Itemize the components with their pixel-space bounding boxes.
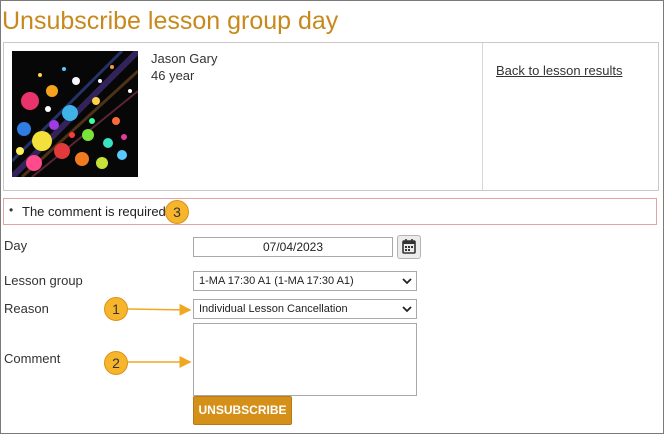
lesson-group-value: 1-MA 17:30 A1 (1-MA 17:30 A1) bbox=[199, 275, 354, 287]
lesson-group-select[interactable]: 1-MA 17:30 A1 (1-MA 17:30 A1) bbox=[193, 271, 417, 291]
error-message: The comment is required bbox=[22, 204, 166, 219]
calendar-icon bbox=[402, 239, 416, 254]
callout-badge-3: 3 bbox=[165, 200, 189, 224]
page-title: Unsubscribe lesson group day bbox=[2, 7, 339, 35]
reason-value: Individual Lesson Cancellation bbox=[199, 303, 348, 315]
comment-label: Comment bbox=[4, 351, 61, 366]
lesson-group-label: Lesson group bbox=[4, 273, 83, 288]
day-label: Day bbox=[4, 238, 28, 253]
chevron-down-icon bbox=[402, 306, 412, 313]
avatar bbox=[12, 51, 138, 177]
comment-textarea[interactable] bbox=[193, 323, 417, 396]
callout-badge-2: 2 bbox=[104, 351, 128, 375]
unsubscribe-button[interactable]: UNSUBSCRIBE bbox=[193, 396, 292, 425]
reason-label: Reason bbox=[4, 301, 49, 316]
profile-age: 46 year bbox=[151, 68, 195, 83]
callout-badge-1: 1 bbox=[104, 297, 128, 321]
avatar-image bbox=[12, 51, 138, 177]
bullet-icon: • bbox=[9, 203, 14, 217]
divider bbox=[482, 43, 483, 190]
day-input[interactable]: 07/04/2023 bbox=[193, 237, 393, 257]
chevron-down-icon bbox=[402, 278, 412, 285]
profile-name: Jason Gary bbox=[151, 51, 218, 66]
validation-summary: • The comment is required bbox=[3, 198, 657, 225]
reason-select[interactable]: Individual Lesson Cancellation bbox=[193, 299, 417, 319]
calendar-button[interactable] bbox=[397, 235, 421, 259]
back-to-lesson-results-link[interactable]: Back to lesson results bbox=[496, 63, 622, 78]
profile-panel: Jason Gary 46 year Back to lesson result… bbox=[3, 42, 659, 191]
